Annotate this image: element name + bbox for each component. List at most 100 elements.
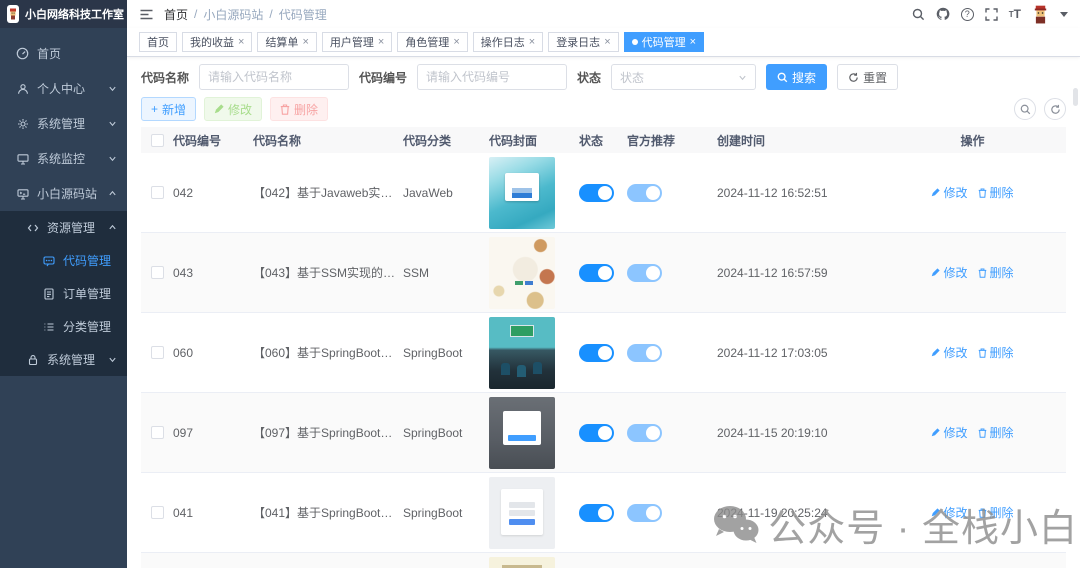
- code-cover-image[interactable]: [489, 396, 555, 469]
- code-cover-image[interactable]: [489, 156, 555, 229]
- row-edit-link[interactable]: 修改: [931, 184, 968, 201]
- search-button[interactable]: 搜索: [766, 64, 828, 90]
- column-header[interactable]: 官方推荐: [627, 132, 717, 149]
- breadcrumb-home[interactable]: 首页: [164, 6, 188, 23]
- table-row[interactable]: 042 【042】基于Javaweb实现的学生... JavaWeb 2024-…: [141, 153, 1066, 233]
- row-edit-link[interactable]: 修改: [931, 344, 968, 361]
- recommend-toggle[interactable]: [627, 343, 662, 362]
- column-header[interactable]: 代码编号: [173, 132, 253, 149]
- gear-icon: [16, 118, 29, 130]
- column-header[interactable]: 状态: [579, 132, 627, 149]
- table-row[interactable]: [141, 553, 1066, 568]
- status-toggle[interactable]: [579, 183, 614, 202]
- table-row[interactable]: 097 【097】基于SpringBoot+Vue实现... SpringBoo…: [141, 393, 1066, 473]
- recommend-toggle[interactable]: [627, 503, 662, 522]
- column-header[interactable]: 创建时间: [717, 132, 879, 149]
- column-header[interactable]: 代码分类: [403, 132, 489, 149]
- table-row[interactable]: 041 【041】基于SpringBoot+Vue实现... SpringBoo…: [141, 473, 1066, 553]
- delete-button[interactable]: 删除: [270, 97, 329, 121]
- font-size-icon[interactable]: TT: [1009, 7, 1021, 21]
- close-icon[interactable]: ×: [302, 36, 308, 48]
- sidebar-item-category-management[interactable]: 分类管理: [0, 310, 127, 343]
- sidebar-item-system-monitor[interactable]: 系统监控: [0, 141, 127, 176]
- row-delete-link[interactable]: 删除: [978, 424, 1014, 441]
- github-icon[interactable]: [936, 7, 950, 21]
- sidebar-item-code-station[interactable]: 小白源码站: [0, 176, 127, 211]
- close-icon[interactable]: ×: [238, 36, 244, 48]
- sidebar-item-order-management[interactable]: 订单管理: [0, 277, 127, 310]
- table-row[interactable]: 043 【043】基于SSM实现的图书借阅... SSM 2024-11-12 …: [141, 233, 1066, 313]
- sidebar-item-label: 订单管理: [63, 287, 112, 301]
- pencil-icon: [214, 104, 224, 114]
- tab-settlement[interactable]: 结算单 ×: [257, 32, 317, 52]
- row-checkbox[interactable]: [150, 266, 164, 279]
- help-icon[interactable]: ?: [960, 7, 974, 21]
- select-all-checkbox[interactable]: [150, 133, 164, 147]
- row-checkbox[interactable]: [150, 426, 164, 439]
- tab-user-management[interactable]: 用户管理 ×: [321, 32, 393, 52]
- code-cover-image[interactable]: [489, 556, 555, 568]
- recommend-toggle[interactable]: [627, 263, 662, 282]
- sidebar-item-resource-management[interactable]: 资源管理: [0, 211, 127, 244]
- tab-role-management[interactable]: 角色管理 ×: [397, 32, 468, 52]
- tab-my-earnings[interactable]: 我的收益 ×: [182, 32, 253, 52]
- tab-code-management[interactable]: 代码管理 ×: [623, 32, 705, 52]
- edit-button[interactable]: 修改: [204, 97, 263, 121]
- toggle-search-button[interactable]: [1014, 98, 1036, 120]
- pencil-icon: [932, 348, 941, 357]
- status-toggle[interactable]: [579, 503, 614, 522]
- hamburger-icon[interactable]: [139, 8, 154, 21]
- recommend-toggle[interactable]: [627, 423, 662, 442]
- status-toggle[interactable]: [579, 423, 614, 442]
- trash-icon: [978, 427, 986, 438]
- breadcrumb-separator: /: [269, 7, 273, 21]
- code-cover-image[interactable]: [489, 316, 555, 389]
- caret-down-icon[interactable]: [1060, 11, 1068, 17]
- sidebar-item-sub-system-management[interactable]: 系统管理: [0, 343, 127, 376]
- row-edit-link[interactable]: 修改: [931, 424, 968, 441]
- tab-login-log[interactable]: 登录日志 ×: [548, 32, 619, 52]
- add-button[interactable]: + 新增: [141, 97, 197, 121]
- refresh-icon: [849, 72, 858, 82]
- reset-button[interactable]: 重置: [837, 64, 899, 90]
- recommend-toggle[interactable]: [627, 183, 662, 202]
- row-delete-link[interactable]: 删除: [978, 264, 1014, 281]
- sidebar-item-system-management[interactable]: 系统管理: [0, 106, 127, 141]
- close-icon[interactable]: ×: [604, 36, 610, 48]
- scrollbar-thumb[interactable]: [1073, 88, 1078, 106]
- table-row[interactable]: 060 【060】基于SpringBoot+Vue实现... SpringBoo…: [141, 313, 1066, 393]
- code-name-label: 代码名称: [141, 70, 190, 85]
- status-select[interactable]: 状态: [611, 64, 757, 90]
- code-number-input[interactable]: [417, 64, 568, 90]
- tab-home[interactable]: 首页: [139, 32, 177, 52]
- column-header[interactable]: 操作: [879, 132, 1066, 149]
- column-header[interactable]: 代码封面: [489, 132, 579, 149]
- row-edit-link[interactable]: 修改: [931, 504, 968, 521]
- close-icon[interactable]: ×: [529, 36, 535, 48]
- close-icon[interactable]: ×: [690, 36, 696, 48]
- pencil-icon: [932, 268, 941, 277]
- code-cover-image[interactable]: [489, 236, 555, 309]
- fullscreen-icon[interactable]: [985, 7, 998, 21]
- row-delete-link[interactable]: 删除: [978, 504, 1014, 521]
- close-icon[interactable]: ×: [453, 36, 459, 48]
- refresh-table-button[interactable]: [1044, 98, 1066, 120]
- row-delete-link[interactable]: 删除: [978, 344, 1014, 361]
- row-edit-link[interactable]: 修改: [931, 264, 968, 281]
- close-icon[interactable]: ×: [378, 36, 384, 48]
- search-icon[interactable]: [912, 8, 925, 21]
- status-toggle[interactable]: [579, 263, 614, 282]
- row-checkbox[interactable]: [150, 186, 164, 199]
- sidebar-item-code-management[interactable]: 代码管理: [0, 244, 127, 277]
- row-checkbox[interactable]: [150, 506, 164, 519]
- sidebar-item-personal-center[interactable]: 个人中心: [0, 71, 127, 106]
- status-toggle[interactable]: [579, 343, 614, 362]
- user-avatar[interactable]: [1032, 5, 1049, 24]
- column-header[interactable]: 代码名称: [253, 132, 403, 149]
- code-cover-image[interactable]: [489, 476, 555, 549]
- row-checkbox[interactable]: [150, 346, 164, 359]
- sidebar-item-home[interactable]: 首页: [0, 36, 127, 71]
- code-name-input[interactable]: [199, 64, 350, 90]
- tab-operation-log[interactable]: 操作日志 ×: [472, 32, 544, 52]
- row-delete-link[interactable]: 删除: [978, 184, 1014, 201]
